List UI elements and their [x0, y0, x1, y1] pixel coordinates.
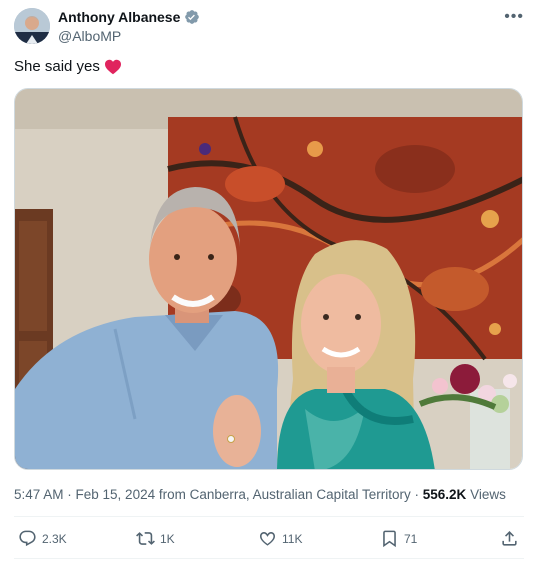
bookmark-button[interactable]: 71	[380, 529, 417, 548]
bookmark-icon	[383, 530, 396, 548]
verified-badge-icon	[184, 9, 200, 25]
author-names: Anthony Albanese @AlboMP	[58, 8, 200, 44]
more-options-icon[interactable]: •••	[504, 8, 524, 26]
views-label: Views	[470, 487, 506, 502]
tweet-photo[interactable]	[14, 88, 523, 470]
tweet-text: She said yes	[14, 58, 122, 75]
like-button[interactable]: 11K	[258, 529, 302, 548]
repost-icon	[136, 532, 155, 545]
heart-outline-icon	[259, 532, 276, 546]
like-count: 11K	[282, 531, 303, 546]
reply-count: 2.3K	[42, 531, 67, 546]
repost-button[interactable]: 1K	[136, 529, 175, 548]
meta-separator: ·	[414, 487, 419, 502]
tweet-header: Anthony Albanese @AlboMP •••	[14, 6, 524, 46]
photo-selfie-image	[15, 89, 522, 469]
tweet-meta: 5:47 AM · Feb 15, 2024 from Canberra, Au…	[14, 487, 506, 502]
avatar[interactable]	[14, 8, 50, 44]
divider	[14, 558, 524, 559]
author-display-name[interactable]: Anthony Albanese	[58, 9, 180, 25]
reply-button[interactable]: 2.3K	[18, 529, 67, 548]
author-handle[interactable]: @AlboMP	[58, 28, 200, 44]
tweet-location: from Canberra, Australian Capital Territ…	[158, 487, 411, 502]
tweet-actions-bar: 2.3K 1K 11K 71	[14, 523, 524, 555]
share-button[interactable]	[500, 529, 519, 548]
tweet-text-content: She said yes	[14, 58, 100, 75]
repost-count: 1K	[160, 531, 175, 546]
divider	[14, 516, 524, 517]
share-icon	[502, 531, 517, 546]
red-heart-icon	[104, 59, 122, 75]
reply-icon	[19, 530, 36, 547]
views-count: 556.2K	[422, 487, 467, 502]
tweet-timestamp[interactable]: 5:47 AM · Feb 15, 2024	[14, 487, 155, 502]
bookmark-count: 71	[404, 531, 418, 546]
avatar-image	[14, 8, 50, 44]
